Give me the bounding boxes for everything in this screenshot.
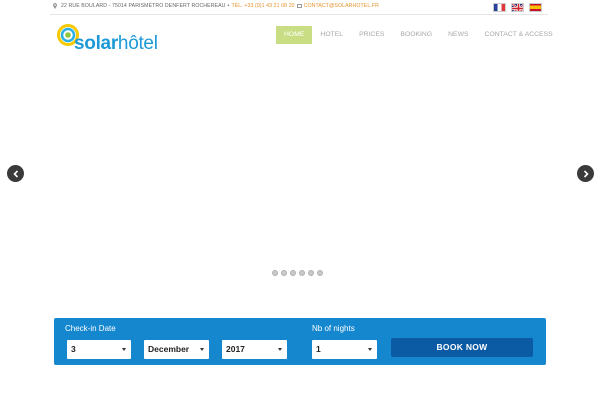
nav-item-prices[interactable]: PRICES bbox=[351, 26, 392, 44]
caret-down-icon bbox=[368, 348, 372, 351]
nav-item-hotel[interactable]: HOTEL bbox=[312, 26, 351, 44]
contact-info: 22 RUE BOULARD - 75014 PARIS MÉTRO DENFE… bbox=[53, 3, 379, 9]
day-select[interactable]: 3 bbox=[67, 340, 131, 359]
english-flag-icon[interactable] bbox=[511, 3, 524, 12]
book-now-button[interactable]: BOOK NOW bbox=[391, 338, 533, 357]
nav-item-home[interactable]: HOME bbox=[276, 26, 313, 44]
slider-dot[interactable] bbox=[317, 270, 323, 276]
logo-wordmark: solarhôtel bbox=[74, 34, 158, 54]
logo-solar-text: solar bbox=[74, 33, 118, 54]
phone-link[interactable]: TÉL. +33 (0)1 43 21 08 20 bbox=[231, 3, 294, 9]
caret-down-icon bbox=[278, 348, 282, 351]
caret-down-icon bbox=[200, 348, 204, 351]
year-value: 2017 bbox=[226, 344, 245, 354]
chevron-right-icon bbox=[583, 169, 589, 178]
slider-dot[interactable] bbox=[290, 270, 296, 276]
slider-prev-button[interactable] bbox=[7, 165, 24, 182]
bullet-separator: • bbox=[227, 3, 230, 9]
metro-text: MÉTRO DENFERT ROCHEREAU bbox=[144, 3, 226, 9]
address-text: 22 RUE BOULARD - 75014 PARIS bbox=[61, 3, 145, 9]
caret-down-icon bbox=[122, 348, 126, 351]
french-flag-icon[interactable] bbox=[493, 3, 506, 12]
slider-dot[interactable] bbox=[272, 270, 278, 276]
solar-hotel-logo[interactable]: solarhôtel bbox=[57, 24, 158, 56]
nights-label: Nb of nights bbox=[312, 324, 355, 333]
slider-dot[interactable] bbox=[299, 270, 305, 276]
map-pin-icon bbox=[53, 3, 57, 9]
month-value: December bbox=[148, 344, 190, 354]
nav-item-news[interactable]: NEWS bbox=[440, 26, 476, 44]
nav-item-contact[interactable]: CONTACT & ACCESS bbox=[477, 26, 561, 44]
divider bbox=[50, 14, 548, 15]
year-select[interactable]: 2017 bbox=[222, 340, 287, 359]
top-info-bar: 22 RUE BOULARD - 75014 PARIS MÉTRO DENFE… bbox=[0, 0, 600, 15]
language-switcher bbox=[493, 3, 542, 12]
booking-bar: Check-in Date 3 December 2017 Nb of nigh… bbox=[54, 318, 546, 365]
page: 22 RUE BOULARD - 75014 PARIS MÉTRO DENFE… bbox=[0, 0, 600, 400]
mail-icon bbox=[296, 4, 302, 8]
email-link[interactable]: CONTACT@SOLARHOTEL.FR bbox=[304, 3, 379, 9]
month-select[interactable]: December bbox=[144, 340, 209, 359]
nav-item-booking[interactable]: BOOKING bbox=[392, 26, 440, 44]
chevron-left-icon bbox=[12, 169, 18, 178]
spanish-flag-icon[interactable] bbox=[529, 3, 542, 12]
slider-dot[interactable] bbox=[281, 270, 287, 276]
slider-pagination bbox=[272, 270, 323, 276]
checkin-label: Check-in Date bbox=[65, 324, 116, 333]
slider-next-button[interactable] bbox=[577, 165, 594, 182]
nights-select[interactable]: 1 bbox=[312, 340, 377, 359]
day-value: 3 bbox=[71, 344, 76, 354]
logo-hotel-text: hôtel bbox=[117, 33, 158, 54]
nights-value: 1 bbox=[316, 344, 321, 354]
main-nav: HOME HOTEL PRICES BOOKING NEWS CONTACT &… bbox=[276, 26, 561, 44]
slider-dot[interactable] bbox=[308, 270, 314, 276]
